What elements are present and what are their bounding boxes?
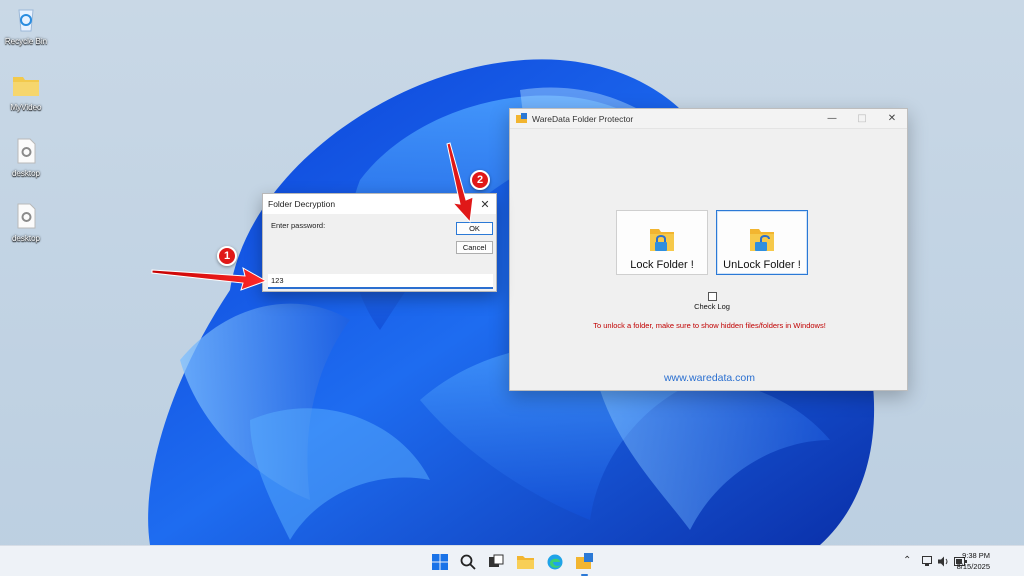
desktop-icon-label: MyVideo (10, 103, 42, 112)
desktop-icon-label: Recycle Bin (4, 37, 48, 46)
folder-protector-taskbar-button[interactable] (575, 552, 594, 576)
lock-folder-button[interactable]: Lock Folder ! (616, 210, 708, 275)
password-prompt: Enter password: (271, 221, 326, 230)
start-button[interactable] (430, 552, 449, 571)
cancel-button[interactable]: Cancel (456, 241, 493, 254)
check-log-label: Check Log (694, 302, 730, 311)
unlock-folder-button[interactable]: UnLock Folder ! (716, 210, 808, 275)
unlocked-folder-icon (750, 229, 774, 251)
folder-protector-app-icon (576, 553, 593, 569)
desktop-icon-desktop-ini-1[interactable]: desktop (0, 136, 52, 178)
search-icon (460, 554, 476, 570)
windows-logo-icon (431, 553, 448, 570)
desktop-icon-label: desktop (11, 234, 41, 243)
close-button[interactable]: ✕ (877, 109, 907, 129)
network-icon[interactable] (922, 556, 934, 567)
task-view-button[interactable] (486, 552, 505, 571)
clock-time: 9:38 PM (962, 551, 990, 560)
window-titlebar[interactable]: WareData Folder Protector — □ ✕ (510, 109, 907, 129)
locked-folder-icon (650, 229, 674, 251)
file-explorer-icon (517, 556, 534, 569)
step-2-badge: 2 (470, 170, 490, 190)
volume-icon[interactable] (938, 556, 950, 567)
unlock-folder-label: UnLock Folder ! (723, 259, 801, 271)
edge-browser-button[interactable] (545, 552, 564, 571)
step-1-badge: 1 (217, 246, 237, 266)
recycle-bin-icon (11, 4, 41, 34)
settings-file-icon (11, 136, 41, 166)
dialog-close-icon[interactable]: ✕ (474, 198, 496, 211)
clock-date: 8/15/2025 (956, 562, 990, 571)
settings-file-icon (11, 201, 41, 231)
edge-icon (547, 554, 562, 569)
taskbar: ⌃ 9:38 PM 8/15/2025 (0, 545, 1024, 576)
website-link[interactable]: www.waredata.com (510, 372, 909, 384)
ok-button[interactable]: OK (456, 222, 493, 235)
window-title: WareData Folder Protector (532, 113, 634, 124)
warning-message: To unlock a folder, make sure to show hi… (593, 321, 826, 330)
show-hidden-icons-button[interactable]: ⌃ (903, 555, 911, 566)
clock[interactable]: 9:38 PM 8/15/2025 (957, 550, 990, 572)
folder-decryption-dialog: Folder Decryption ✕ Enter password: OK C… (262, 193, 497, 292)
desktop-icon-recycle-bin[interactable]: Recycle Bin (0, 4, 52, 46)
file-explorer-button[interactable] (516, 552, 535, 571)
folder-icon (11, 70, 41, 100)
desktop-icon-myvideo[interactable]: MyVideo (0, 70, 52, 112)
task-view-icon (488, 554, 503, 567)
maximize-button[interactable]: □ (847, 109, 877, 129)
password-input[interactable]: 123 (268, 274, 493, 289)
app-icon (516, 113, 527, 123)
desktop-icon-label: desktop (11, 169, 41, 178)
folder-protector-window: WareData Folder Protector — □ ✕ Lock Fol… (509, 108, 908, 391)
dialog-titlebar[interactable]: Folder Decryption ✕ (263, 194, 496, 214)
desktop-icon-desktop-ini-2[interactable]: desktop (0, 201, 52, 243)
lock-folder-label: Lock Folder ! (630, 259, 694, 271)
search-button[interactable] (458, 552, 477, 571)
dialog-title: Folder Decryption (268, 199, 336, 209)
check-log-checkbox[interactable] (708, 292, 717, 301)
minimize-button[interactable]: — (817, 109, 847, 129)
